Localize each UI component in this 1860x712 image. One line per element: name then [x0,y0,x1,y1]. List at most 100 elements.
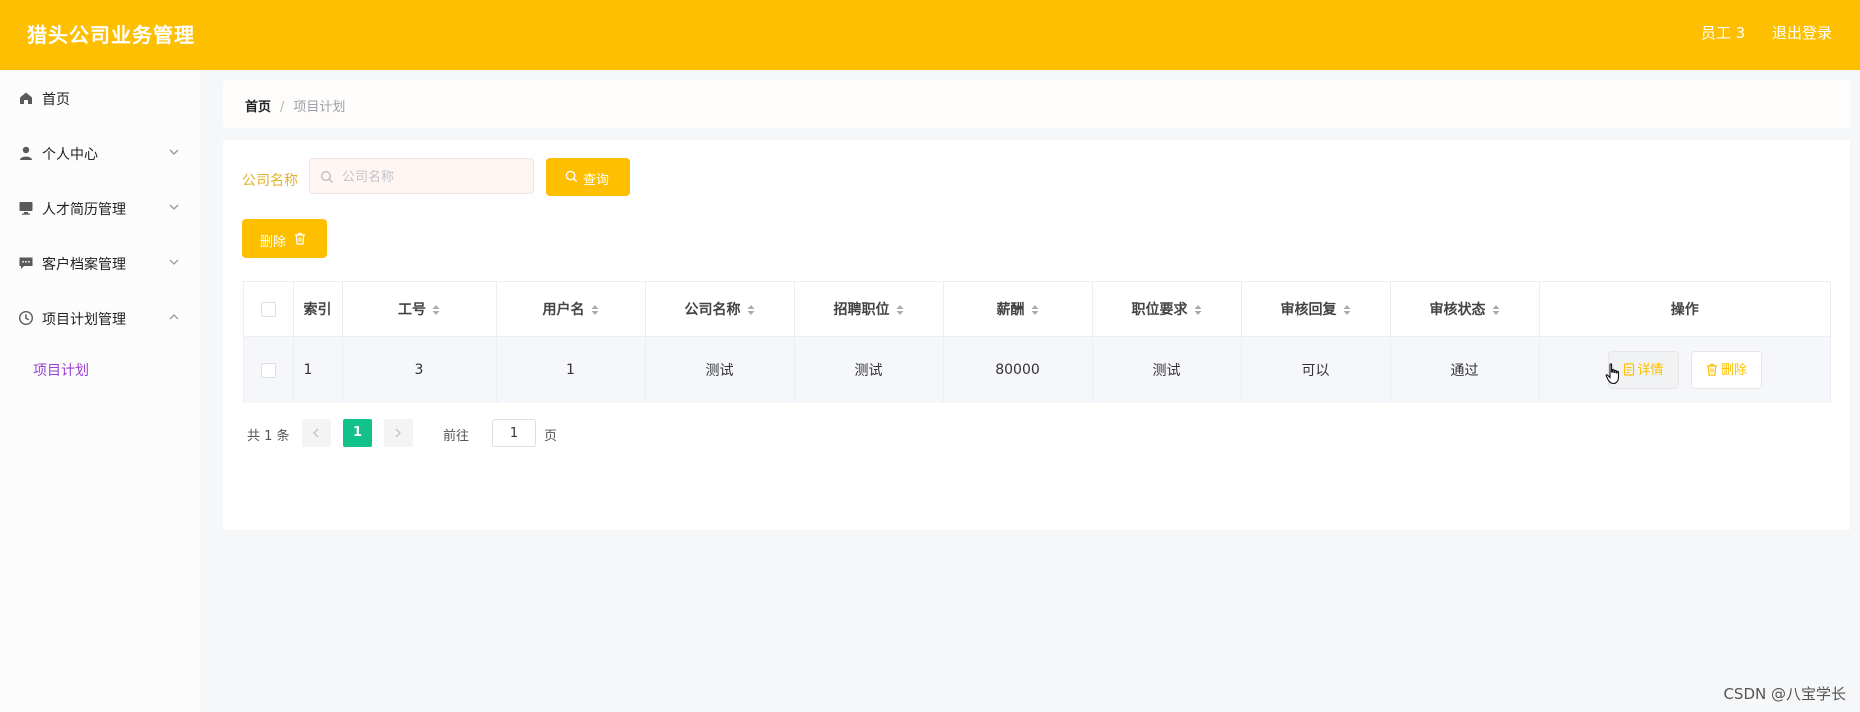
sidebar-item-label: 客户档案管理 [42,257,126,273]
cell-position: 测试 [794,336,944,403]
column-header-label: 公司名称 [684,302,741,318]
select-all-cell [244,282,294,337]
sort-icon[interactable] [432,304,440,316]
sidebar: 首页 个人中心 人才简历管理 客户档案管理 项目计划管理 项目计划 [0,70,200,712]
prev-page-button[interactable] [302,419,331,447]
cell-employee-no: 3 [342,336,497,403]
chevron-left-icon [313,428,319,438]
app-title: 猎头公司业务管理 [27,23,195,47]
column-header-employee-no[interactable]: 工号 [342,282,497,337]
breadcrumb-separator: / [280,100,285,115]
column-header-company[interactable]: 公司名称 [645,282,795,337]
select-all-checkbox[interactable] [260,301,276,317]
query-button[interactable]: 查询 [546,158,630,196]
column-header-review-status[interactable]: 审核状态 [1390,282,1540,337]
cell-requirement: 测试 [1092,336,1242,403]
chevron-down-icon [169,204,179,210]
chevron-down-icon [169,149,179,155]
search-input[interactable] [340,159,534,195]
cell-index: 1 [293,336,343,403]
logout-link[interactable]: 退出登录 [1772,24,1832,42]
sidebar-item-home[interactable]: 首页 [0,78,200,118]
batch-delete-button[interactable]: 删除 [242,219,327,258]
chat-icon [19,257,33,269]
sort-icon[interactable] [747,304,755,316]
column-header-username[interactable]: 用户名 [496,282,646,337]
sort-icon[interactable] [1031,304,1039,316]
row-delete-button-label: 删除 [1720,363,1747,378]
row-delete-button[interactable]: 删除 [1690,351,1762,389]
user-icon [20,146,32,160]
cell-review-reply: 可以 [1241,336,1391,403]
cell-review-status: 通过 [1390,336,1540,403]
column-header-label: 薪酬 [996,302,1025,318]
hand-cursor-icon [1605,363,1620,385]
watermark: CSDN @八宝学长 [1723,685,1846,703]
column-header-actions: 操作 [1539,282,1830,337]
pagination-total: 共 1 条 [247,429,290,444]
sidebar-item-label: 个人中心 [42,147,98,163]
page-number-current[interactable]: 1 [343,419,372,447]
main-content: 首页 / 项目计划 公司名称 查询 删除 [200,70,1860,712]
header-user-area: 员工 3 退出登录 [1679,22,1832,43]
sort-icon[interactable] [896,304,904,316]
sidebar-item-project-plan-management[interactable]: 项目计划管理 [0,298,200,338]
sort-icon[interactable] [1492,304,1500,316]
sidebar-item-label: 人才简历管理 [42,202,126,218]
column-header-label: 职位要求 [1131,302,1188,318]
column-header-label: 工号 [398,302,426,318]
sort-icon[interactable] [1343,304,1351,316]
breadcrumb-bar: 首页 / 项目计划 [223,80,1850,128]
breadcrumb: 首页 / 项目计划 [245,96,345,115]
sidebar-item-label: 项目计划管理 [42,312,126,328]
column-header-label: 招聘职位 [833,302,890,318]
trash-icon [1706,363,1717,376]
sidebar-subitem-project-plan[interactable]: 项目计划 [33,360,89,380]
table-header-row: 索引 工号 用户名 公司名称 招聘职位 薪酬 职位要求 审核回复 审核状态 操作 [244,282,1830,337]
chevron-right-icon [395,428,401,438]
home-icon [20,92,32,104]
column-header: 索引 [293,282,343,337]
sort-icon[interactable] [591,304,599,316]
trash-icon [295,232,305,245]
goto-page-input[interactable] [492,419,536,447]
column-header-label: 用户名 [542,302,585,318]
cell-username: 1 [496,336,646,403]
column-header-label: 审核回复 [1280,302,1337,318]
table-row: 1 3 1 测试 测试 80000 测试 可以 通过 详情 删除 [244,336,1830,403]
sidebar-item-resume-management[interactable]: 人才简历管理 [0,188,200,228]
row-select-cell [244,336,294,403]
cell-actions: 详情 删除 [1539,336,1830,403]
breadcrumb-home[interactable]: 首页 [245,100,271,115]
query-button-label: 查询 [583,173,610,188]
delete-button-label: 删除 [260,235,287,250]
cell-salary: 80000 [943,336,1093,403]
monitor-icon [19,202,33,215]
sort-icon[interactable] [1194,304,1202,316]
row-checkbox[interactable] [260,362,276,378]
page-suffix: 页 [544,429,558,444]
content-panel: 公司名称 查询 删除 索引 [223,140,1850,530]
cell-company: 测试 [645,336,795,403]
goto-label: 前往 [443,429,470,444]
sidebar-item-client-archive[interactable]: 客户档案管理 [0,243,200,283]
detail-button-label: 详情 [1637,363,1664,378]
column-header-salary[interactable]: 薪酬 [943,282,1093,337]
breadcrumb-current: 项目计划 [293,100,346,115]
column-header-label: 审核状态 [1429,302,1486,318]
clock-icon [18,310,34,326]
column-header-requirement[interactable]: 职位要求 [1092,282,1242,337]
current-user[interactable]: 员工 3 [1701,24,1745,42]
sidebar-item-label: 首页 [42,92,70,108]
search-icon [565,170,578,183]
search-field[interactable] [309,158,534,195]
sidebar-item-personal-center[interactable]: 个人中心 [0,133,200,173]
column-header-review-reply[interactable]: 审核回复 [1241,282,1391,337]
chevron-down-icon [169,259,179,265]
column-header-position[interactable]: 招聘职位 [794,282,944,337]
document-icon [1623,363,1634,376]
project-plan-table: 索引 工号 用户名 公司名称 招聘职位 薪酬 职位要求 审核回复 审核状态 操作 [243,281,1831,403]
top-header-bar: 猎头公司业务管理 员工 3 退出登录 [0,0,1860,70]
next-page-button[interactable] [384,419,413,447]
chevron-up-icon [169,314,179,320]
